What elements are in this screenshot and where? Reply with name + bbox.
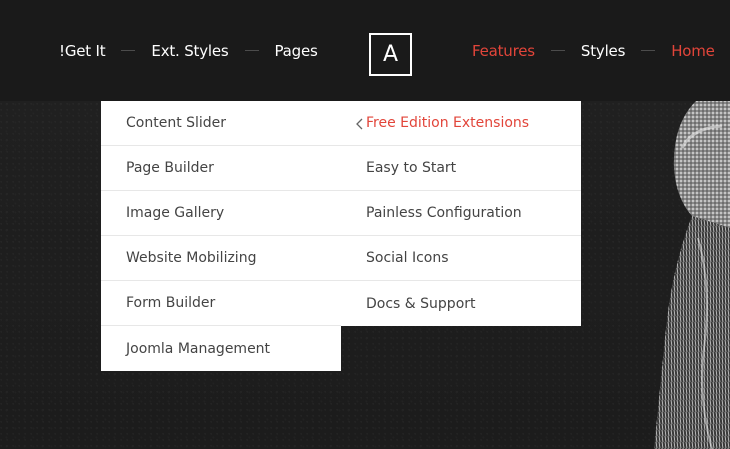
site-logo[interactable]: A [369,33,412,76]
menu-item-label: Free Edition Extensions [366,115,530,131]
nav-separator [550,50,565,51]
menu-item-image-gallery[interactable]: Image Gallery [101,191,341,236]
nav-item-pages[interactable]: Pages [275,42,318,60]
menu-item-social-icons[interactable]: Social Icons [341,236,581,281]
nav-item-styles[interactable]: Styles [581,42,625,60]
menu-item-easy-to-start[interactable]: Easy to Start [341,146,581,191]
menu-item-free-edition-extensions[interactable]: Free Edition Extensions [341,101,581,146]
top-navbar: !Get It Ext. Styles Pages A Features Sty… [0,0,730,101]
dropdown-left-column: Content Slider Page Builder Image Galler… [101,101,341,371]
hero-image [652,88,730,449]
menu-item-page-builder[interactable]: Page Builder [101,146,341,191]
nav-item-get-it[interactable]: !Get It [59,42,106,60]
nav-item-features[interactable]: Features [472,42,535,60]
dropdown-right-column: Free Edition Extensions Easy to Start Pa… [341,101,581,326]
chevron-left-icon [356,118,363,130]
nav-item-ext-styles[interactable]: Ext. Styles [151,42,228,60]
nav-separator [121,50,136,51]
nav-right-group: Features Styles Home [472,0,715,101]
menu-item-painless-configuration[interactable]: Painless Configuration [341,191,581,236]
menu-item-website-mobilizing[interactable]: Website Mobilizing [101,236,341,281]
menu-item-content-slider[interactable]: Content Slider [101,101,341,146]
menu-item-docs-support[interactable]: Docs & Support [341,281,581,326]
menu-item-joomla-management[interactable]: Joomla Management [101,326,341,371]
nav-separator [641,50,656,51]
nav-left-group: !Get It Ext. Styles Pages [59,0,318,101]
nav-separator [244,50,259,51]
nav-item-home[interactable]: Home [671,42,715,60]
menu-item-form-builder[interactable]: Form Builder [101,281,341,326]
logo-letter: A [382,42,399,67]
